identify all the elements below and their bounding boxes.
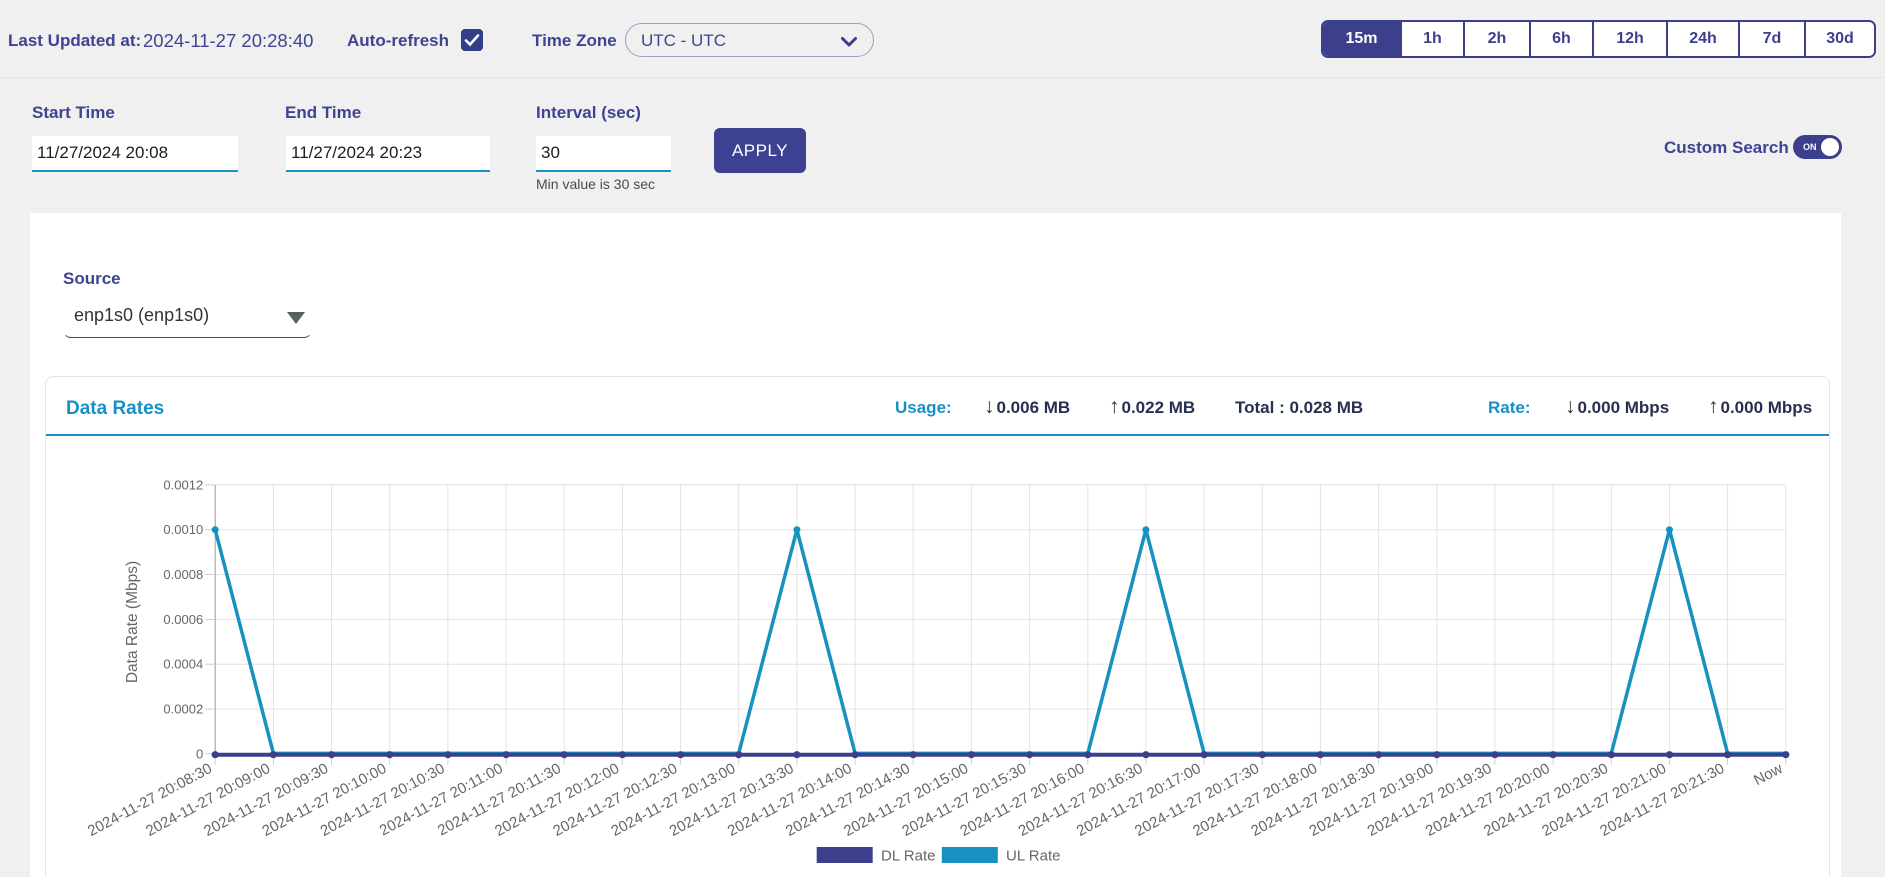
svg-text:0: 0 (196, 746, 203, 761)
svg-text:0.0012: 0.0012 (163, 477, 203, 492)
svg-text:0.0004: 0.0004 (163, 657, 203, 672)
svg-text:0.0002: 0.0002 (163, 702, 203, 717)
svg-text:Data Rate (Mbps): Data Rate (Mbps) (124, 561, 141, 683)
svg-text:0.0008: 0.0008 (163, 567, 203, 582)
svg-text:UL Rate: UL Rate (1006, 848, 1060, 865)
svg-text:DL Rate: DL Rate (881, 848, 935, 865)
svg-text:0.0006: 0.0006 (163, 612, 203, 627)
svg-text:0.0010: 0.0010 (163, 522, 203, 537)
svg-text:Now: Now (1751, 760, 1786, 789)
